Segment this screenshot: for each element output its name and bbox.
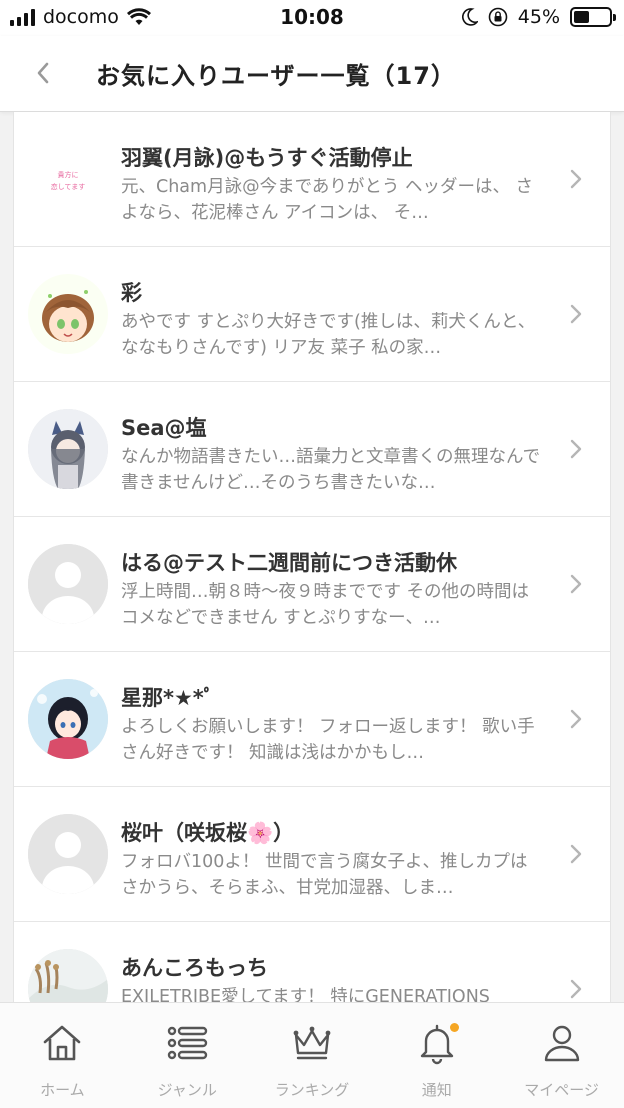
avatar: 貴方に 恋してます	[28, 139, 108, 219]
user-row[interactable]: 桜叶（咲坂桜🌸） フォロバ100よ！ 世間で言う腐女子よ、推しカプはさかうら、そ…	[14, 787, 610, 922]
battery-icon	[570, 7, 616, 27]
tab-home[interactable]: ホーム	[0, 1003, 125, 1108]
chevron-right-icon	[570, 979, 582, 999]
status-right: 45%	[461, 6, 616, 28]
user-row[interactable]: 星那*★*ﾟ よろしくお願いします！ フォロー返します！ 歌い手さん好きです！ …	[14, 652, 610, 787]
chevron-right-icon	[570, 439, 582, 459]
tab-label: ランキング	[274, 1081, 350, 1099]
user-name: はる@テスト二週間前につき活動休	[121, 551, 457, 575]
home-icon	[44, 1025, 81, 1061]
tab-label: 通知	[421, 1081, 452, 1099]
chevron-right-icon	[570, 304, 582, 324]
avatar-image	[28, 679, 108, 759]
user-row[interactable]: 彩 あやです すとぷり大好きです(推しは、莉犬くんと、ななもりさんです) リア友…	[14, 247, 610, 382]
user-name: あんころもっち	[121, 956, 268, 980]
avatar-image: 貴方に 恋してます	[28, 139, 108, 219]
user-description: EXILETRIBE愛してます！ 特にGENERATIONS	[121, 987, 490, 1002]
user-list[interactable]: 貴方に 恋してます 羽翼(月詠)@もうすぐ活動停止 元、Cham月詠@今まであり…	[13, 112, 611, 1002]
header: お気に入りユーザー一覧（17）	[0, 36, 624, 112]
avatar	[28, 679, 108, 759]
tab-genre[interactable]: ジャンル	[125, 1003, 250, 1108]
user-name: 彩	[121, 281, 142, 305]
user-row[interactable]: 貴方に 恋してます 羽翼(月詠)@もうすぐ活動停止 元、Cham月詠@今まであり…	[14, 112, 610, 247]
rotation-lock-icon	[488, 7, 508, 27]
tab-mypage[interactable]: マイページ	[499, 1003, 624, 1108]
battery-percent: 45%	[517, 6, 560, 28]
avatar	[28, 814, 108, 894]
user-name: 星那*★*ﾟ	[121, 686, 215, 710]
user-description: あやです すとぷり大好きです(推しは、莉犬くんと、ななもりさんです) リア友 菜…	[121, 312, 536, 358]
tab-label: ホーム	[40, 1081, 85, 1099]
default-user-icon	[28, 544, 108, 624]
user-description: 元、Cham月詠@今までありがとう ヘッダーは、 さよなら、花泥棒さん アイコン…	[121, 177, 534, 223]
chevron-right-icon	[570, 169, 582, 189]
tab-label: マイページ	[524, 1081, 599, 1099]
avatar-caption-2: 恋してます	[51, 182, 85, 191]
tab-bar: ホーム ジャンル ランキング 通知 マイページ	[0, 1002, 624, 1108]
chevron-right-icon	[570, 844, 582, 864]
user-name: 桜叶（咲坂桜🌸）	[121, 821, 295, 845]
avatar	[28, 274, 108, 354]
user-row[interactable]: あんころもっち EXILETRIBE愛してます！ 特にGENERATIONS	[14, 922, 610, 1002]
back-button[interactable]	[26, 56, 60, 90]
avatar	[28, 409, 108, 489]
avatar-image	[28, 409, 108, 489]
user-row[interactable]: Sea@塩 なんか物語書きたい…語彙力と文章書くの無理なんで書きませんけど…その…	[14, 382, 610, 517]
moon-icon	[461, 8, 478, 26]
avatar-image	[28, 949, 108, 1002]
bell-icon-wrap	[415, 1021, 459, 1065]
avatar	[28, 544, 108, 624]
crown-icon	[293, 1026, 331, 1060]
user-description: 浮上時間…朝８時～夜９時までです その他の時間はコメなどできません すとぷりすな…	[121, 582, 530, 628]
default-user-icon	[28, 814, 108, 894]
user-name: Sea@塩	[121, 416, 207, 440]
chevron-left-icon	[37, 62, 49, 84]
battery-fill	[574, 11, 589, 23]
avatar-caption-1: 貴方に	[58, 170, 79, 179]
user-description: なんか物語書きたい…語彙力と文章書くの無理なんで書きませんけど…そのうち書きたい…	[121, 447, 541, 493]
user-description: フォロバ100よ！ 世間で言う腐女子よ、推しカプはさかうら、そらまふ、甘党加湿器…	[121, 852, 528, 898]
avatar	[28, 949, 108, 1002]
chevron-right-icon	[570, 574, 582, 594]
tab-label: ジャンル	[157, 1081, 217, 1099]
notification-badge	[449, 1023, 459, 1032]
tab-notifications[interactable]: 通知	[374, 1003, 499, 1108]
user-icon	[544, 1025, 579, 1062]
avatar-image	[28, 274, 108, 354]
tab-ranking[interactable]: ランキング	[250, 1003, 375, 1108]
user-row[interactable]: はる@テスト二週間前につき活動休 浮上時間…朝８時～夜９時までです その他の時間…	[14, 517, 610, 652]
user-description: よろしくお願いします！ フォロー返します！ 歌い手さん好きです！ 知識は浅はかか…	[121, 717, 535, 763]
list-icon	[167, 1026, 208, 1060]
user-name: 羽翼(月詠)@もうすぐ活動停止	[121, 146, 413, 170]
page-title: お気に入りユーザー一覧（17）	[96, 62, 456, 90]
chevron-right-icon	[570, 709, 582, 729]
status-bar: docomo 10:08 45%	[0, 0, 624, 36]
